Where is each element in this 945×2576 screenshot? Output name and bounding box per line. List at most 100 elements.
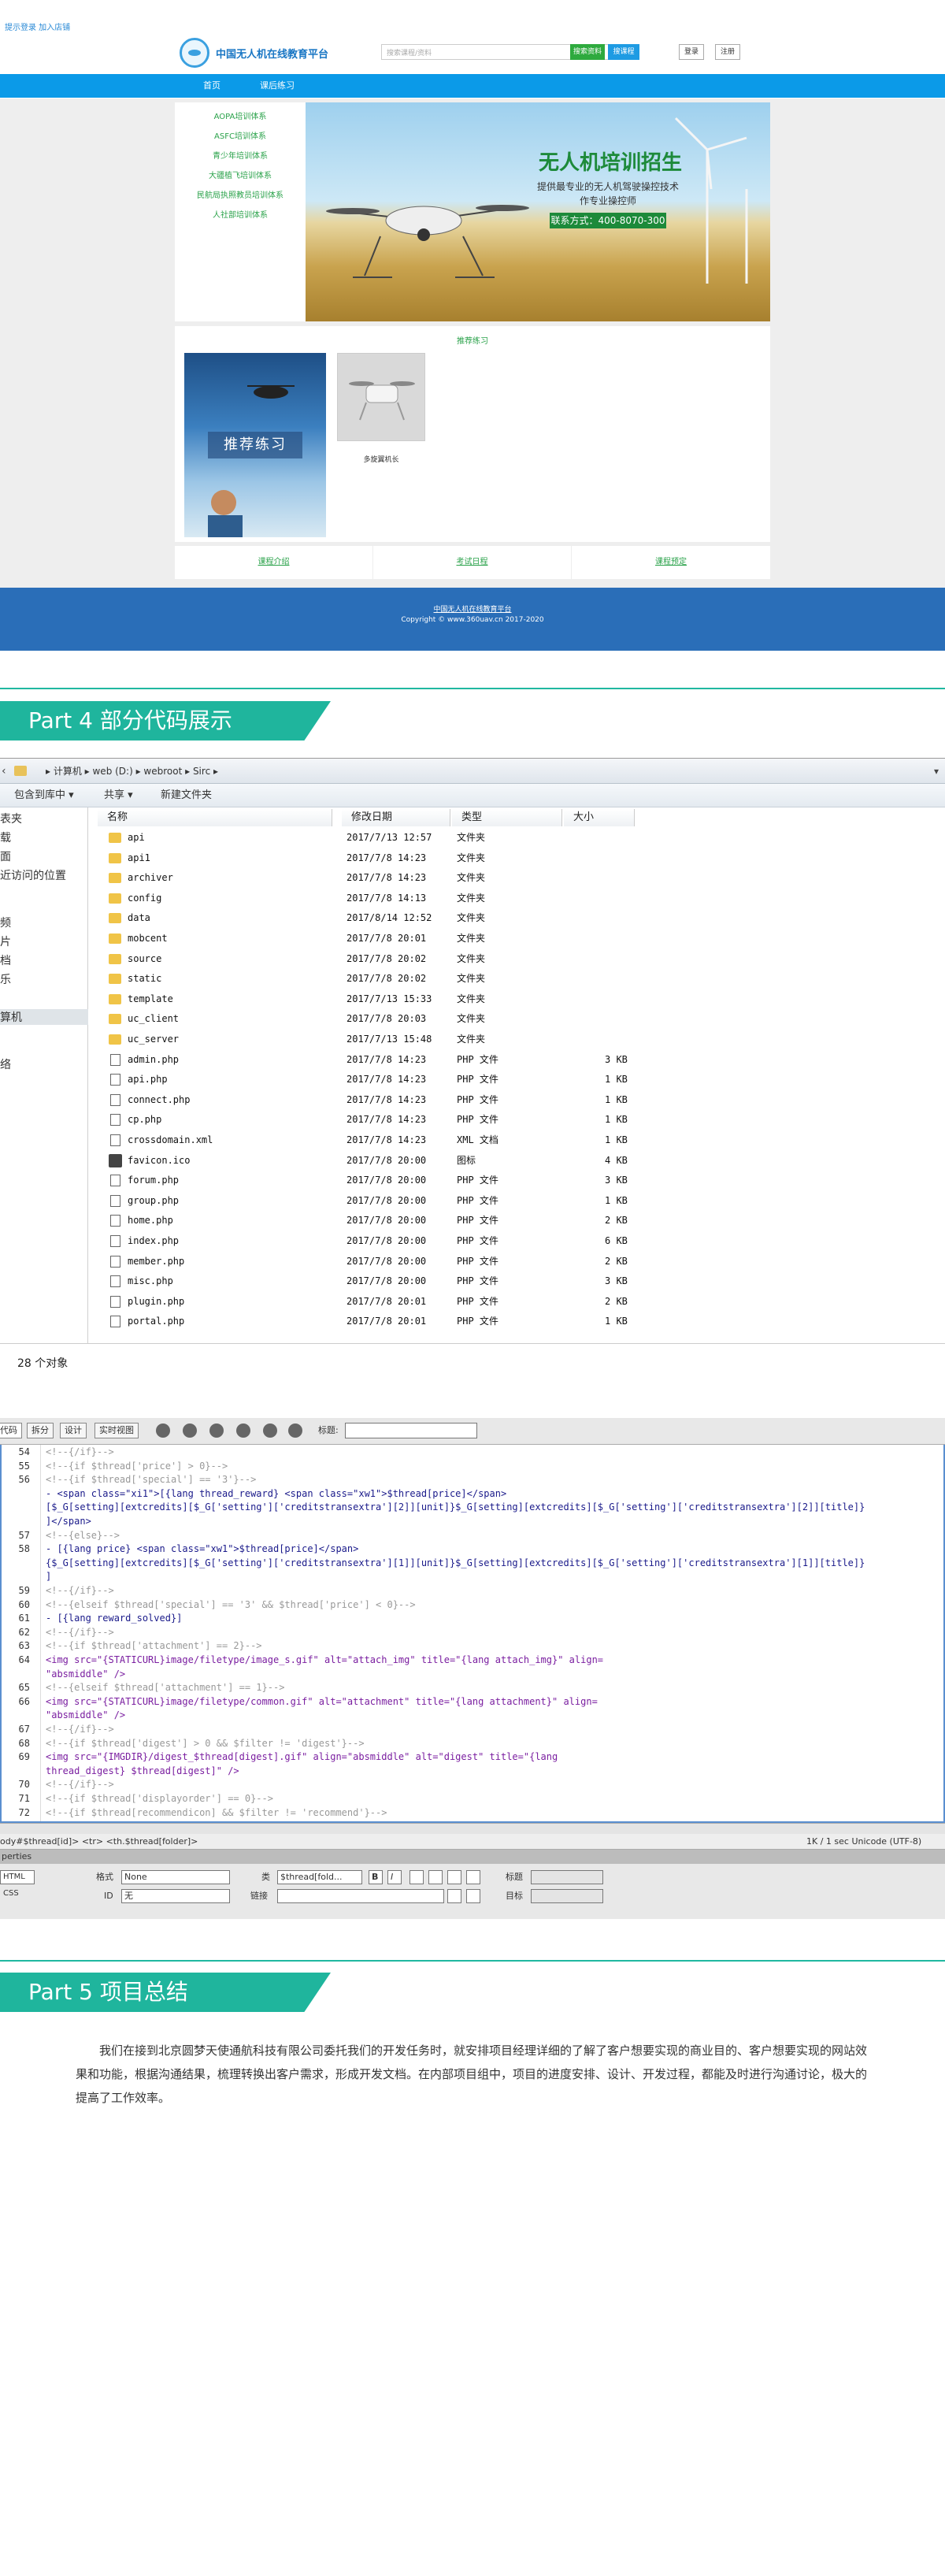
table-row[interactable]: admin.php 2017/7/8 14:23 PHP 文件 3 KB (98, 1050, 649, 1070)
topbar-links[interactable]: 提示登录 加入店铺 (5, 20, 70, 32)
table-row[interactable]: member.php 2017/7/8 20:00 PHP 文件 2 KB (98, 1252, 649, 1271)
column-name[interactable]: 名称 (98, 809, 332, 826)
file-date: 2017/7/8 20:00 (346, 1215, 427, 1227)
column-size[interactable]: 大小 (564, 809, 635, 826)
footer-site-name[interactable]: 中国无人机在线教育平台 (0, 603, 945, 614)
tree-item-documents[interactable]: 档 (0, 952, 11, 968)
menu-item-hr[interactable]: 人社部培训体系 (175, 206, 306, 225)
refresh-icon[interactable] (288, 1423, 302, 1438)
file-type: 文件夹 (457, 993, 486, 1004)
link-input[interactable] (277, 1889, 444, 1903)
tab-design[interactable]: 设计 (60, 1423, 87, 1438)
table-row[interactable]: uc_server 2017/7/13 15:48 文件夹 (98, 1030, 649, 1049)
tree-item-desktop[interactable]: 面 (0, 848, 11, 864)
menu-item-youth[interactable]: 青少年培训体系 (175, 147, 306, 166)
address-bar[interactable]: ‹ ▸ 计算机 ▸ web (D:) ▸ webroot ▸ Sirc ▸ ▾ (0, 759, 945, 784)
table-row[interactable]: home.php 2017/7/8 20:00 PHP 文件 2 KB (98, 1211, 649, 1230)
title-prop-input[interactable] (531, 1870, 603, 1884)
menu-item-aopa[interactable]: AOPA培训体系 (175, 107, 306, 127)
table-row[interactable]: mobcent 2017/7/8 20:01 文件夹 (98, 929, 649, 948)
point-to-file-icon[interactable] (447, 1889, 461, 1903)
table-row[interactable]: portal.php 2017/7/8 20:01 PHP 文件 1 KB (98, 1312, 649, 1331)
browse-folder-icon[interactable] (466, 1889, 480, 1903)
tag-selector[interactable]: ody#$thread[id]> <tr> <th.$thread[folder… (0, 1834, 198, 1850)
debug-icon[interactable] (209, 1423, 224, 1438)
register-button[interactable]: 注册 (715, 44, 740, 60)
table-row[interactable]: data 2017/8/14 12:52 文件夹 (98, 908, 649, 928)
class-select[interactable]: $thread[fold... (277, 1870, 362, 1884)
table-row[interactable]: static 2017/7/8 20:02 文件夹 (98, 969, 649, 989)
course-card[interactable] (337, 353, 425, 441)
hero-banner[interactable]: 无人机培训招生 提供最专业的无人机驾驶操控技术 作专业操控师 联系方式：400-… (306, 102, 770, 321)
table-row[interactable]: favicon.ico 2017/7/8 20:00 图标 4 KB (98, 1151, 649, 1171)
tree-item-network[interactable]: 络 (0, 1056, 11, 1072)
menu-item-caac[interactable]: 民航局执照教员培训体系 (175, 186, 306, 206)
outdent-icon[interactable] (447, 1870, 461, 1884)
back-arrow-icon[interactable]: ‹ (0, 759, 6, 784)
table-row[interactable]: uc_client 2017/7/8 20:03 文件夹 (98, 1009, 649, 1029)
nav-item-practice[interactable]: 课后练习 (260, 74, 295, 98)
table-row[interactable]: group.php 2017/7/8 20:00 PHP 文件 1 KB (98, 1191, 649, 1211)
tab-split[interactable]: 拆分 (27, 1423, 54, 1438)
tab-live-view[interactable]: 实时视图 (94, 1423, 139, 1438)
validate-icon[interactable] (263, 1423, 277, 1438)
tree-item-recent[interactable]: 近访问的位置 (0, 867, 66, 883)
format-select[interactable]: None (121, 1870, 230, 1884)
nav-item-home[interactable]: 首页 (203, 74, 220, 98)
menu-item-dji[interactable]: 大疆植飞培训体系 (175, 166, 306, 186)
unordered-list-icon[interactable] (410, 1870, 424, 1884)
code-area[interactable]: 54 <!--{/if}--> 55 <!--{if $thread['price'… (0, 1445, 945, 1823)
breadcrumb[interactable]: ▸ 计算机 ▸ web (D:) ▸ webroot ▸ Sirc ▸ (46, 766, 218, 777)
table-row[interactable]: crossdomain.xml 2017/7/8 14:23 XML 文档 1 KB (98, 1130, 649, 1150)
tree-item-music[interactable]: 乐 (0, 971, 11, 987)
tree-item-computer[interactable]: 算机 (0, 1009, 88, 1025)
search-courses-button[interactable]: 搜课程 (608, 44, 639, 60)
multiscreen-icon[interactable] (156, 1423, 170, 1438)
table-row[interactable]: misc.php 2017/7/8 20:00 PHP 文件 3 KB (98, 1271, 649, 1291)
tree-item-downloads[interactable]: 载 (0, 830, 11, 845)
table-row[interactable]: source 2017/7/8 20:02 文件夹 (98, 949, 649, 969)
id-select[interactable]: 无 (121, 1889, 230, 1903)
preview-icon[interactable] (183, 1423, 197, 1438)
file-management-icon[interactable] (236, 1423, 250, 1438)
table-row[interactable]: index.php 2017/7/8 20:00 PHP 文件 6 KB (98, 1231, 649, 1251)
tab-code[interactable]: 代码 (0, 1423, 22, 1438)
italic-button[interactable]: I (387, 1870, 402, 1884)
tree-item-pictures[interactable]: 片 (0, 934, 11, 949)
include-in-library-button[interactable]: 包含到库中 ▾ (14, 784, 74, 807)
table-row[interactable]: api 2017/7/13 12:57 文件夹 (98, 828, 649, 848)
chevron-down-icon[interactable]: ▾ (934, 759, 939, 784)
title-input[interactable] (345, 1423, 477, 1438)
tree-item-videos[interactable]: 频 (0, 915, 11, 930)
indent-icon[interactable] (466, 1870, 480, 1884)
menu-item-asfc[interactable]: ASFC培训体系 (175, 127, 306, 147)
tree-item-favorites[interactable]: 表夹 (0, 811, 22, 826)
html-toggle[interactable]: HTML (0, 1870, 35, 1884)
table-row[interactable]: config 2017/7/8 14:13 文件夹 (98, 889, 649, 908)
table-row[interactable]: template 2017/7/13 15:33 文件夹 (98, 989, 649, 1009)
code-text: "absmiddle" /> (46, 1709, 126, 1721)
link-course-booking[interactable]: 课程预定 (572, 546, 770, 579)
table-row[interactable]: cp.php 2017/7/8 14:23 PHP 文件 1 KB (98, 1110, 649, 1130)
table-row[interactable]: api1 2017/7/8 14:23 文件夹 (98, 848, 649, 868)
login-button[interactable]: 登录 (679, 44, 704, 60)
css-toggle[interactable]: CSS (3, 1889, 19, 1898)
table-row[interactable]: plugin.php 2017/7/8 20:01 PHP 文件 2 KB (98, 1292, 649, 1312)
share-button[interactable]: 共享 ▾ (104, 784, 133, 807)
table-row[interactable]: api.php 2017/7/8 14:23 PHP 文件 1 KB (98, 1070, 649, 1089)
new-folder-button[interactable]: 新建文件夹 (161, 784, 212, 807)
target-select[interactable] (531, 1889, 603, 1903)
link-course-intro[interactable]: 课程介绍 (175, 546, 373, 579)
table-row[interactable]: connect.php 2017/7/8 14:23 PHP 文件 1 KB (98, 1090, 649, 1110)
column-date[interactable]: 修改日期 (342, 809, 450, 826)
table-row[interactable]: archiver 2017/7/8 14:23 文件夹 (98, 868, 649, 888)
site-logo[interactable]: 中国无人机在线教育平台 (180, 38, 328, 68)
ordered-list-icon[interactable] (428, 1870, 443, 1884)
horizontal-scrollbar[interactable] (0, 1823, 945, 1834)
column-type[interactable]: 类型 (452, 809, 562, 826)
search-materials-button[interactable]: 搜索资料 (570, 44, 605, 60)
table-row[interactable]: forum.php 2017/7/8 20:00 PHP 文件 3 KB (98, 1171, 649, 1190)
link-exam-schedule[interactable]: 考试日程 (373, 546, 572, 579)
bold-button[interactable]: B (369, 1870, 383, 1884)
recommend-poster[interactable]: 推荐练习 (184, 353, 326, 537)
